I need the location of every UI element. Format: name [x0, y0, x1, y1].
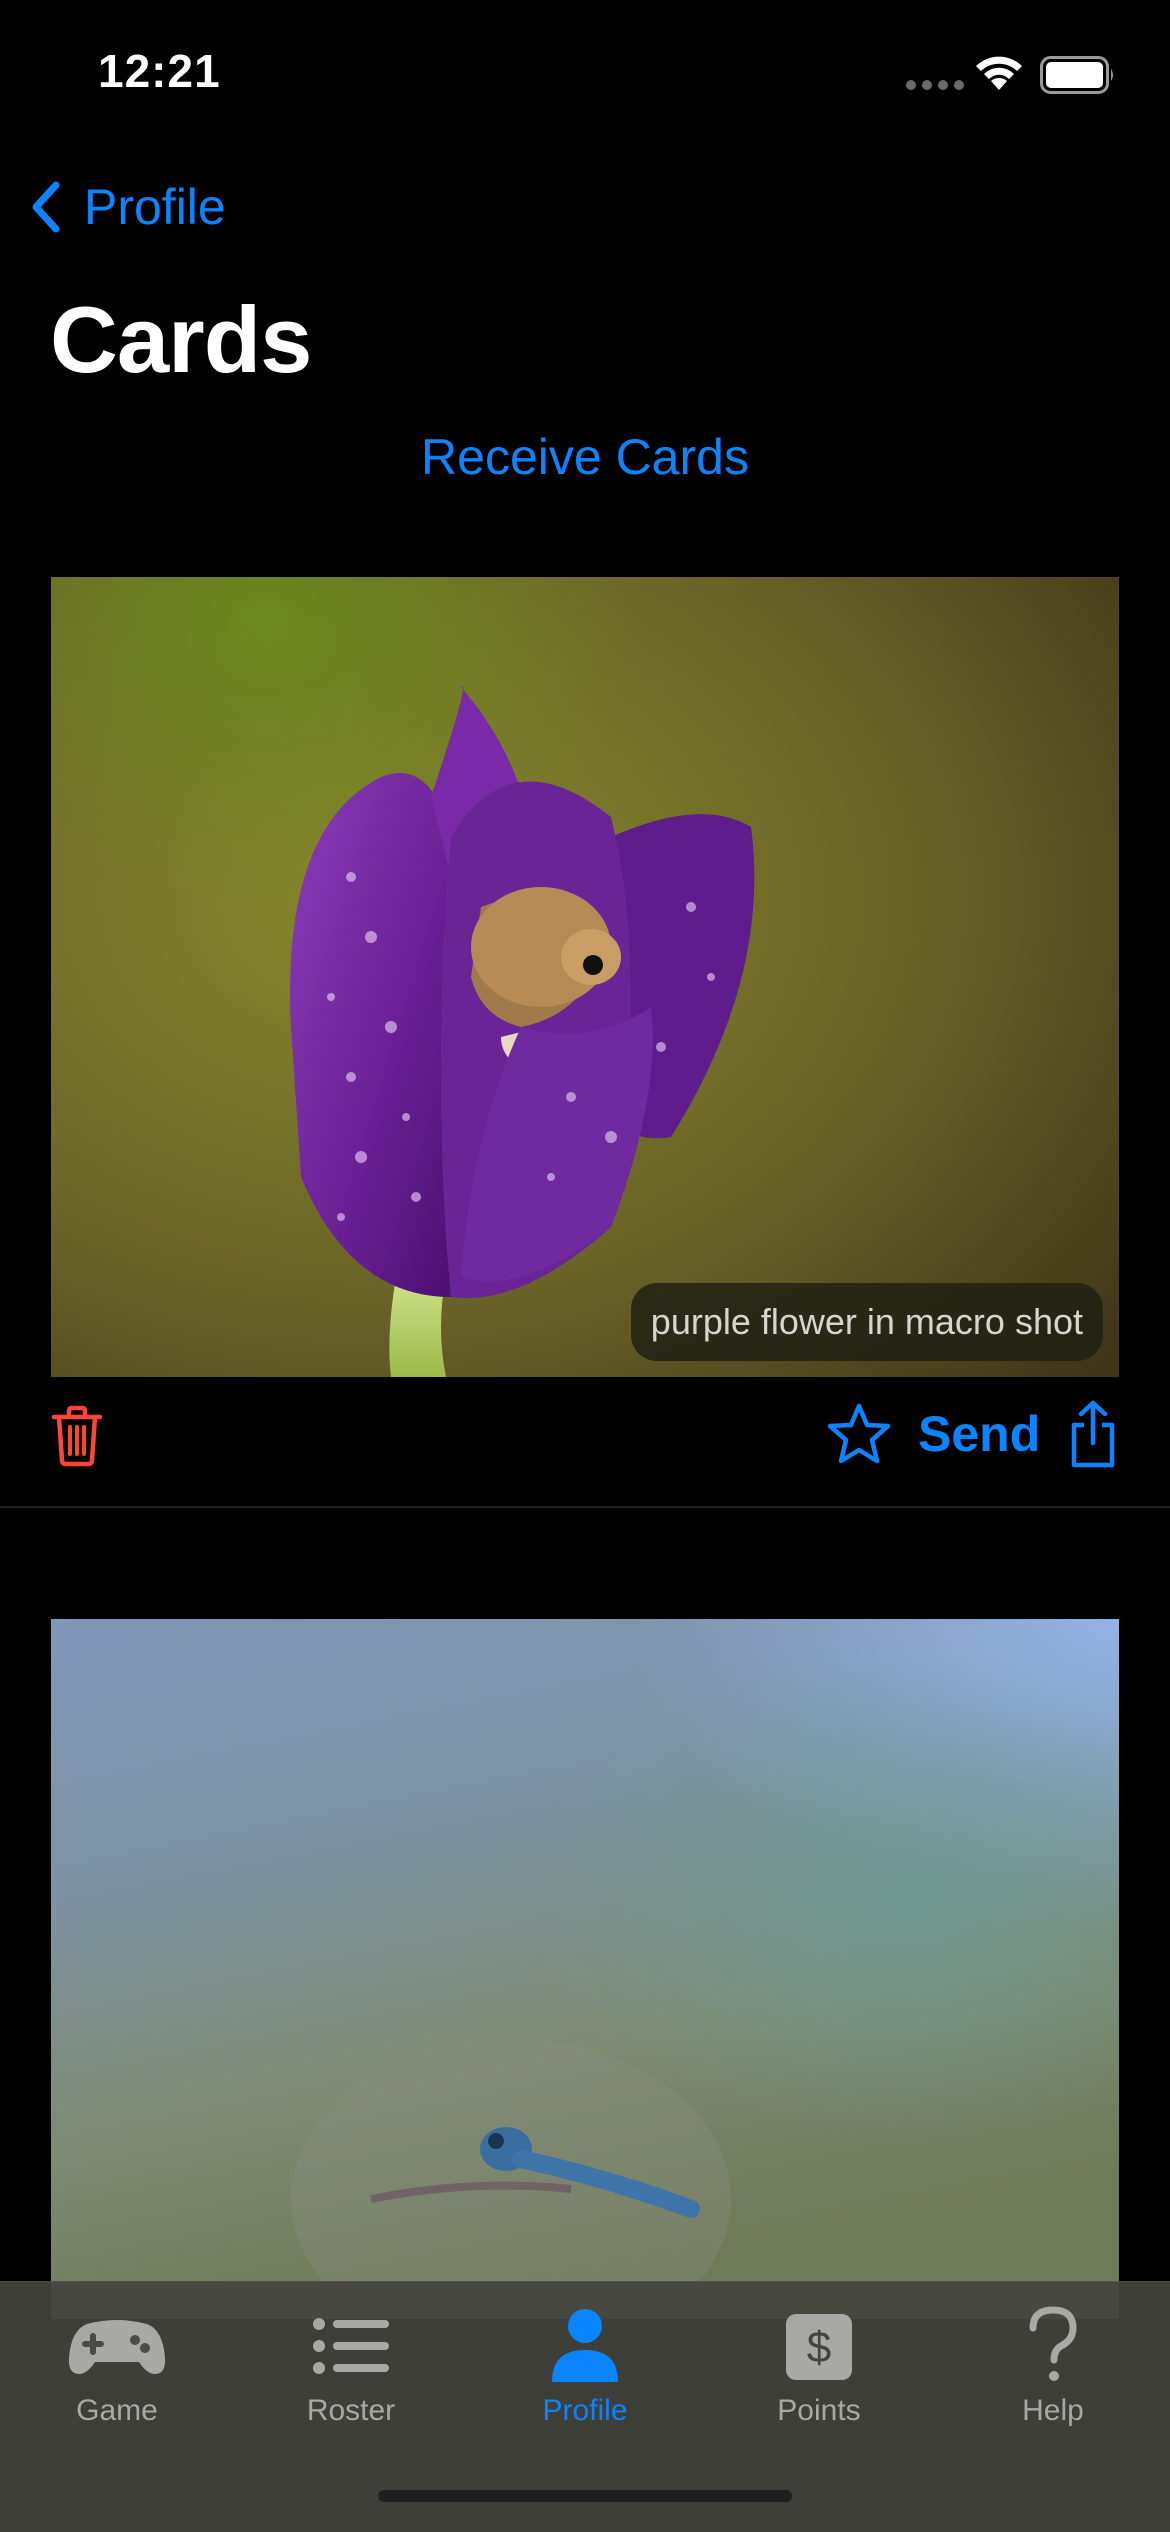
- card-divider: [0, 1506, 1170, 1508]
- wifi-icon: [976, 56, 1022, 90]
- cellular-signal-icon: [906, 80, 964, 90]
- question-icon: [1029, 2306, 1077, 2381]
- gamecontroller-icon: [68, 2320, 166, 2374]
- star-icon[interactable]: [826, 1401, 892, 1467]
- battery-icon: [1040, 56, 1113, 94]
- dragonfly-photo: [51, 1619, 1119, 2319]
- tab-game[interactable]: Game: [0, 2296, 234, 2456]
- svg-text:$: $: [807, 2323, 831, 2372]
- card-image[interactable]: [51, 1619, 1119, 2319]
- card-actions: Send: [0, 1397, 1170, 1477]
- tab-profile[interactable]: Profile: [468, 2296, 702, 2456]
- status-bar: 12:21: [0, 0, 1170, 140]
- tab-help[interactable]: Help: [936, 2296, 1170, 2456]
- home-indicator[interactable]: [378, 2490, 792, 2502]
- tab-profile-label: Profile: [542, 2394, 628, 2427]
- trash-icon[interactable]: [50, 1405, 104, 1467]
- share-icon[interactable]: [1066, 1399, 1120, 1469]
- back-button[interactable]: Profile: [26, 172, 226, 242]
- card-image[interactable]: purple flower in macro shot: [51, 577, 1119, 1377]
- tab-game-label: Game: [76, 2394, 158, 2427]
- send-button[interactable]: Send: [918, 1405, 1040, 1463]
- person-icon: [552, 2309, 618, 2382]
- receive-cards-button[interactable]: Receive Cards: [0, 428, 1170, 486]
- list-icon: [313, 2318, 389, 2374]
- tab-roster-label: Roster: [306, 2394, 396, 2427]
- flower-mouse-photo: [51, 577, 1119, 1377]
- dollar-icon: $: [786, 2314, 852, 2380]
- tab-points[interactable]: $ Points: [702, 2296, 936, 2456]
- tab-points-label: Points: [777, 2394, 861, 2427]
- chevron-left-icon: [32, 181, 60, 233]
- tab-help-label: Help: [1022, 2394, 1084, 2427]
- card-caption: purple flower in macro shot: [630, 1283, 1103, 1361]
- status-time: 12:21: [98, 45, 221, 97]
- tab-roster[interactable]: Roster: [234, 2296, 468, 2456]
- cards-screen: 12:21 Profile Cards Receive Cards purple…: [0, 0, 1170, 2532]
- page-title: Cards: [50, 287, 312, 392]
- back-button-label: Profile: [84, 179, 226, 235]
